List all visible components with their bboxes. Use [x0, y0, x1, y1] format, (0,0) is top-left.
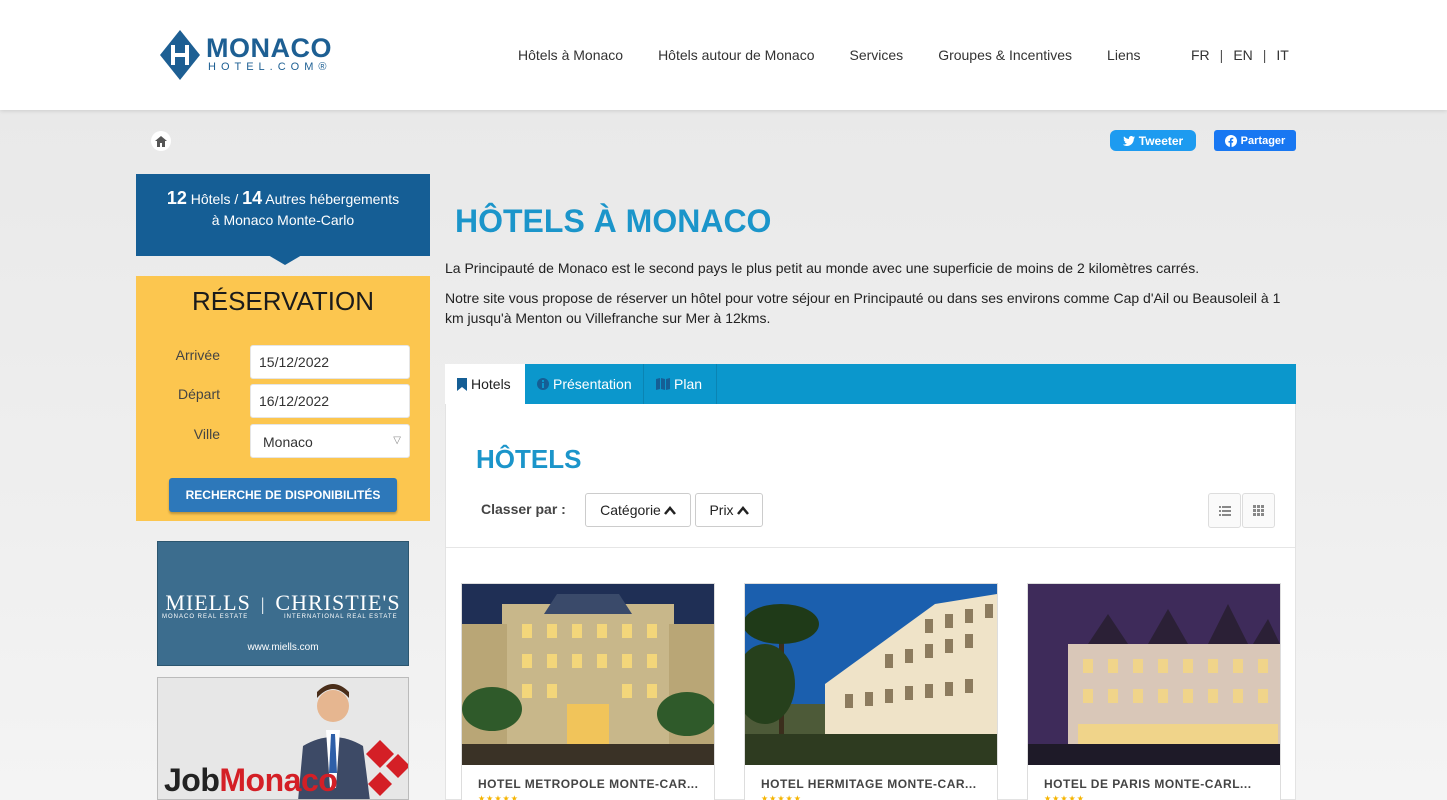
hotel-photo-metropole[interactable] [462, 584, 714, 765]
lang-it[interactable]: IT [1276, 47, 1288, 63]
main-nav: Hôtels à Monaco Hôtels autour de Monaco … [518, 47, 1176, 63]
counts-location: à Monaco Monte-Carlo [211, 212, 355, 228]
hotels-count: 12 [166, 188, 187, 208]
counts-line: 12 Hôtels / 14 Autres hébergements [136, 188, 430, 210]
sort-category-label: Catégorie [600, 502, 661, 518]
hotel-counts-box: 12 Hôtels / 14 Autres hébergements à Mon… [136, 174, 430, 256]
share-button[interactable]: Partager [1214, 130, 1296, 151]
map-icon [656, 378, 670, 390]
lang-fr[interactable]: FR [1191, 47, 1210, 63]
twitter-icon [1122, 135, 1135, 146]
nav-services[interactable]: Services [850, 47, 904, 63]
job-part1: Job [164, 762, 220, 798]
hotel-card[interactable]: HOTEL HERMITAGE MONTE-CAR... ★★★★★ [744, 583, 998, 800]
list-icon [1218, 505, 1231, 516]
sort-category-button[interactable]: Catégorie [585, 493, 691, 527]
facebook-icon [1224, 134, 1237, 147]
tab-hotels[interactable]: Hotels [445, 364, 525, 404]
arrival-date-field[interactable]: 15/12/2022 [250, 345, 410, 379]
hotel-name[interactable]: HOTEL METROPOLE MONTE-CAR... [478, 777, 698, 791]
tweet-label: Tweeter [1138, 133, 1184, 148]
nav-hotels-monaco[interactable]: Hôtels à Monaco [518, 47, 623, 63]
lang-en[interactable]: EN [1233, 47, 1252, 63]
sort-price-label: Prix [709, 502, 734, 518]
tab-hotels-label: Hotels [471, 376, 511, 392]
reservation-form: RÉSERVATION Arrivée 15/12/2022 Départ 16… [136, 276, 430, 521]
jobmonaco-logo: JobMonaco [164, 762, 338, 799]
site-logo[interactable]: MONACO HOTEL.COM® [160, 30, 332, 80]
tweet-button[interactable]: Tweeter [1110, 130, 1196, 151]
hotel-stars: ★★★★★ [1044, 794, 1085, 800]
others-label: Autres hébergements [265, 191, 400, 207]
miells-ad-banner[interactable]: MIELLS | CHRISTIE'S MONACO REAL ESTATE INT… [157, 541, 409, 666]
grid-icon [1253, 505, 1264, 516]
others-count: 14 [242, 188, 263, 208]
logo-diamond-icon [160, 30, 200, 80]
chevron-down-icon: ▽ [393, 435, 401, 446]
content-tabs: Hotels Présentation Plan [445, 364, 1296, 404]
language-switcher: FR | EN | IT [1186, 47, 1294, 63]
miells-left: MIELLS [165, 590, 251, 615]
miells-url: www.miells.com [247, 642, 319, 653]
city-value: Monaco [263, 434, 313, 450]
miells-brand: MIELLS | CHRISTIE'S [165, 590, 401, 615]
jobmonaco-ad-banner[interactable]: JobMonaco [157, 677, 409, 800]
reservation-title: RÉSERVATION [191, 286, 375, 316]
grid-view-button[interactable] [1242, 493, 1275, 528]
job-part2: Monaco [219, 762, 338, 798]
tab-plan[interactable]: Plan [644, 364, 717, 404]
hotel-card[interactable]: HOTEL METROPOLE MONTE-CAR... ★★★★★ [461, 583, 715, 800]
hotel-stars: ★★★★★ [761, 794, 802, 800]
counts-arrow [268, 255, 302, 265]
tab-presentation[interactable]: Présentation [525, 364, 644, 404]
nav-hotels-around[interactable]: Hôtels autour de Monaco [658, 47, 814, 63]
hotels-label: Hôtels / [190, 191, 239, 207]
hotel-name[interactable]: HOTEL DE PARIS MONTE-CARL... [1044, 777, 1252, 791]
departure-label: Départ [177, 386, 220, 402]
header: MONACO HOTEL.COM® Hôtels à Monaco Hôtels… [0, 0, 1447, 110]
sort-label: Classer par : [481, 501, 566, 517]
tab-plan-label: Plan [674, 376, 703, 392]
hotel-photo-hermitage[interactable] [745, 584, 997, 765]
arrival-label: Arrivée [175, 347, 220, 363]
share-label: Partager [1240, 134, 1286, 147]
departure-date-field[interactable]: 16/12/2022 [250, 384, 410, 418]
miells-sub-left: MONACO REAL ESTATE [162, 614, 249, 620]
city-select[interactable]: Monaco ▽ [250, 424, 410, 458]
page-title: HÔTELS À MONACO [455, 203, 772, 239]
hotel-card[interactable]: HOTEL DE PARIS MONTE-CARL... ★★★★★ [1027, 583, 1281, 800]
list-view-button[interactable] [1208, 493, 1241, 528]
bookmark-icon [457, 377, 467, 391]
city-label: Ville [193, 426, 220, 442]
hotel-photo-paris[interactable] [1028, 584, 1280, 765]
hotel-name[interactable]: HOTEL HERMITAGE MONTE-CAR... [761, 777, 977, 791]
hotel-stars: ★★★★★ [478, 794, 519, 800]
miells-right: CHRISTIE'S [275, 590, 401, 615]
lang-separator: | [1262, 47, 1267, 63]
search-availability-button[interactable]: RECHERCHE DE DISPONIBILITÉS [169, 478, 397, 512]
info-icon [537, 378, 549, 390]
divider [446, 547, 1295, 548]
nav-links[interactable]: Liens [1107, 47, 1140, 63]
nav-groups[interactable]: Groupes & Incentives [938, 47, 1072, 63]
chevron-up-icon [663, 505, 676, 515]
chevron-up-icon [736, 505, 749, 515]
intro-paragraph-1: La Principauté de Monaco est le second p… [445, 260, 1200, 276]
hotels-panel: HÔTELS Classer par : Catégorie Prix HOTE… [445, 404, 1296, 800]
panel-title: HÔTELS [476, 444, 582, 474]
home-icon[interactable] [151, 131, 171, 151]
intro-paragraph-2: Notre site vous propose de réserver un h… [445, 290, 1281, 326]
logo-sub: HOTEL.COM® [208, 61, 332, 73]
tab-presentation-label: Présentation [553, 376, 632, 392]
lang-separator: | [1219, 47, 1224, 63]
logo-name: MONACO [206, 33, 332, 63]
miells-sub-right: INTERNATIONAL REAL ESTATE [284, 614, 398, 620]
sort-price-button[interactable]: Prix [695, 493, 763, 527]
